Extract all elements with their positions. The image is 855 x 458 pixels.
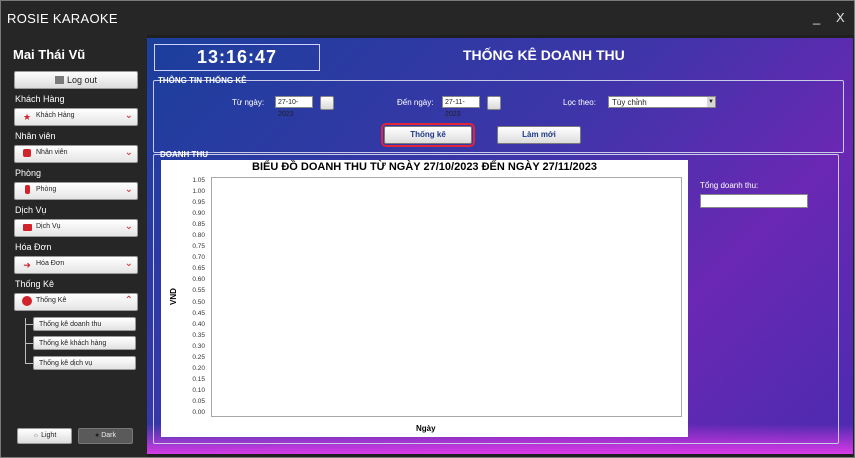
logout-button[interactable]: Log out <box>14 71 138 89</box>
chevron-down-icon: ⌄ <box>124 184 133 195</box>
from-date-label: Từ ngày: <box>232 98 265 107</box>
y-tick-label: 0.20 <box>192 364 205 372</box>
y-tick-label: 0.10 <box>192 386 205 394</box>
clock-display: 13:16:47 <box>154 44 320 71</box>
submenu-customer-stats[interactable]: Thống kê khách hàng <box>33 336 136 350</box>
y-tick-label: 0.75 <box>192 243 205 251</box>
logout-icon <box>54 76 64 84</box>
filter-select[interactable]: Tùy chỉnh ▼ <box>608 96 716 108</box>
room-menu[interactable]: Phòng ⌄ <box>14 182 138 200</box>
light-theme-label: Light <box>41 432 57 439</box>
y-tick-label: 0.60 <box>192 276 205 284</box>
y-tick-label: 0.80 <box>192 232 205 240</box>
section-title-statistics: Thống Kê <box>15 279 55 289</box>
revenue-group-title: DOANH THU <box>160 150 208 159</box>
statistics-menu[interactable]: Thống Kê ⌃ <box>14 293 138 311</box>
section-title-invoice: Hóa Đơn <box>15 242 52 252</box>
section-title-customer: Khách Hàng <box>15 94 65 104</box>
customer-menu-label: Khách Hàng <box>36 112 75 119</box>
invoice-icon: ➜ <box>23 260 31 270</box>
chevron-down-icon: ⌄ <box>124 147 133 158</box>
light-theme-button[interactable]: ☼ Light <box>17 428 72 444</box>
revenue-chart: BIỂU ĐỒ DOANH THU TỪ NGÀY 27/10/2023 ĐẾN… <box>161 160 688 437</box>
y-tick-label: 0.90 <box>192 210 205 218</box>
employee-menu-label: Nhân viên <box>36 149 68 156</box>
moon-icon: ● <box>95 432 100 439</box>
y-tick-label: 0.85 <box>192 221 205 229</box>
user-name: Mai Thái Vũ <box>13 47 86 62</box>
y-tick-label: 1.00 <box>192 188 205 196</box>
section-title-room: Phòng <box>15 168 42 178</box>
minimize-button[interactable]: _ <box>813 10 820 25</box>
stats-button[interactable]: Thống kê <box>381 123 475 147</box>
page-title: THỐNG KÊ DOANH THU <box>463 47 625 63</box>
to-date-picker-button[interactable] <box>487 96 501 110</box>
submenu-service-stats[interactable]: Thống kê dịch vụ <box>33 356 136 370</box>
y-tick-label: 0.65 <box>192 265 205 273</box>
y-tick-label: 0.15 <box>192 375 205 383</box>
app-window: ROSIE KARAOKE _ X Mai Thái Vũ Log out Kh… <box>0 0 855 458</box>
pie-chart-icon <box>21 296 33 308</box>
y-tick-label: 0.55 <box>192 287 205 295</box>
main-panel: 13:16:47 THỐNG KÊ DOANH THU THÔNG TIN TH… <box>147 38 853 454</box>
y-tick-label: 0.35 <box>192 331 205 339</box>
window-title: ROSIE KARAOKE <box>7 11 118 26</box>
y-tick-label: 1.05 <box>192 177 205 184</box>
y-tick-label: 0.25 <box>192 353 205 361</box>
person-icon: ★ <box>22 112 32 122</box>
close-button[interactable]: X <box>836 10 845 25</box>
section-title-employee: Nhân viên <box>15 131 56 141</box>
y-tick-label: 0.30 <box>192 342 205 350</box>
chevron-down-icon: ⌄ <box>124 110 133 121</box>
chevron-down-icon: ⌄ <box>124 221 133 232</box>
tree-branch <box>25 324 33 325</box>
sidebar: Mai Thái Vũ Log out Khách Hàng ★ Khách H… <box>1 35 147 457</box>
y-tick-label: 0.05 <box>192 397 205 405</box>
tree-branch <box>25 363 33 364</box>
chevron-up-icon: ⌃ <box>124 295 133 306</box>
y-tick-label: 0.70 <box>192 254 205 262</box>
chevron-down-icon: ⌄ <box>124 258 133 269</box>
total-revenue-label: Tổng doanh thu: <box>700 181 759 190</box>
dark-theme-label: Dark <box>101 432 116 439</box>
from-date-picker-button[interactable] <box>320 96 334 110</box>
x-axis-label: Ngày <box>416 424 436 433</box>
reset-button[interactable]: Làm mới <box>497 126 581 144</box>
y-axis-label: VND <box>168 288 178 305</box>
statistics-menu-label: Thống Kê <box>36 297 67 304</box>
title-bar: ROSIE KARAOKE _ X <box>1 1 854 35</box>
to-date-field[interactable]: 27-11-2023 <box>442 96 480 118</box>
filter-group-title: THÔNG TIN THỐNG KÊ <box>158 76 247 85</box>
chart-title: BIỂU ĐỒ DOANH THU TỪ NGÀY 27/10/2023 ĐẾN… <box>252 161 597 173</box>
y-tick-label: 0.45 <box>192 309 205 317</box>
service-menu-label: Dịch Vụ <box>36 223 61 230</box>
employee-icon <box>21 148 33 160</box>
invoice-menu[interactable]: ➜ Hóa Đơn ⌄ <box>14 256 138 274</box>
from-date-field[interactable]: 27-10-2023 <box>275 96 313 118</box>
invoice-menu-label: Hóa Đơn <box>36 260 65 267</box>
chart-plot-area <box>211 177 682 417</box>
sun-icon: ☼ <box>32 432 40 439</box>
y-tick-label: 0.00 <box>192 409 205 416</box>
employee-menu[interactable]: Nhân viên ⌄ <box>14 145 138 163</box>
submenu-revenue-stats[interactable]: Thống kê doanh thu <box>33 317 136 331</box>
y-tick-label: 0.95 <box>192 199 205 207</box>
y-tick-label: 0.40 <box>192 320 205 328</box>
to-date-label: Đến ngày: <box>397 98 434 107</box>
room-icon <box>21 185 33 197</box>
tree-branch <box>25 343 33 344</box>
y-tick-label: 0.50 <box>192 298 205 306</box>
dark-theme-button[interactable]: ● Dark <box>78 428 133 444</box>
section-title-service: Dịch Vụ <box>15 205 47 215</box>
total-revenue-field[interactable] <box>700 194 808 208</box>
customer-menu[interactable]: ★ Khách Hàng ⌄ <box>14 108 138 126</box>
filter-select-value: Tùy chỉnh <box>612 98 647 107</box>
service-menu[interactable]: Dịch Vụ ⌄ <box>14 219 138 237</box>
room-menu-label: Phòng <box>36 186 57 193</box>
service-icon <box>21 222 33 234</box>
logout-label: Log out <box>66 75 98 85</box>
filter-label: Lọc theo: <box>563 98 596 107</box>
dropdown-arrow-icon: ▼ <box>707 97 715 107</box>
